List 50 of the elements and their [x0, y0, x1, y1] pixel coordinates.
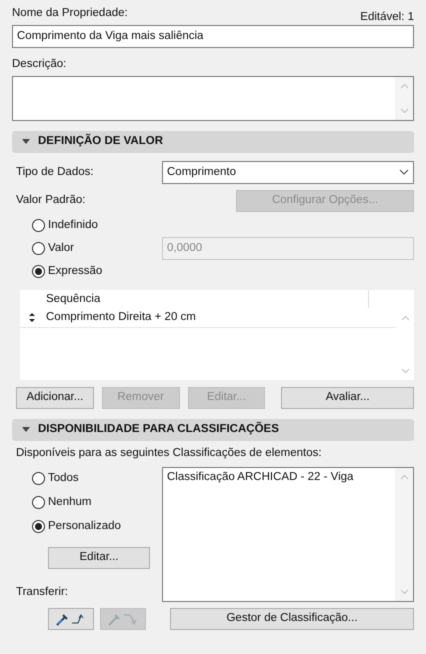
- description-field[interactable]: [12, 76, 414, 121]
- section-title: DEFINIÇÃO DE VALOR: [38, 134, 164, 150]
- table-cell[interactable]: Comprimento Direita + 20 cm: [44, 310, 196, 326]
- field-label: Descrição:: [12, 57, 68, 72]
- field-label: Tipo de Dados:: [16, 164, 95, 180]
- description-text: Disponíveis para as seguintes Classificações de elementos:: [16, 446, 323, 461]
- chevron-down-icon: [399, 169, 409, 176]
- action-button[interactable]: Avaliar...: [281, 386, 414, 409]
- radio-button[interactable]: [32, 520, 45, 534]
- scroll-up-icon: [400, 82, 408, 89]
- radio-option[interactable]: Expressão: [32, 260, 162, 283]
- radio-button[interactable]: [32, 264, 45, 278]
- eyedropper-button[interactable]: [48, 608, 94, 630]
- list-item[interactable]: Classificação ARCHICAD - 22 - Viga: [167, 470, 391, 485]
- radio-label: Personalizado: [48, 519, 121, 534]
- classification-manager-button[interactable]: Gestor de Classificação...: [170, 608, 414, 630]
- section-header[interactable]: DISPONIBILIDADE PARA CLASSIFICAÇÕES: [12, 418, 414, 441]
- column-header[interactable]: Sequência: [44, 290, 369, 308]
- collapse-triangle-icon: [22, 139, 30, 144]
- sort-handle-icon: [29, 313, 35, 322]
- scroll-down-icon: [400, 108, 408, 114]
- field-label: Valor Padrão:: [16, 193, 86, 208]
- edit-button[interactable]: Editar...: [48, 546, 150, 569]
- radio-button[interactable]: [32, 472, 45, 486]
- field-label: Nome da Propriedade:: [12, 6, 128, 21]
- radio-button[interactable]: [32, 496, 45, 510]
- radio-option[interactable]: Indefinido: [32, 214, 162, 237]
- radio-option[interactable]: Valor: [32, 236, 162, 260]
- section-title: DISPONIBILIDADE PARA CLASSIFICAÇÕES: [38, 422, 279, 438]
- field-label: Transferir:: [16, 584, 69, 600]
- radio-option[interactable]: Todos: [32, 466, 162, 491]
- data-type-dropdown[interactable]: Comprimento: [162, 160, 414, 184]
- section-header[interactable]: DEFINIÇÃO DE VALOR: [12, 130, 414, 153]
- radio-option[interactable]: Personalizado: [32, 514, 162, 539]
- scroll-up-icon: [400, 314, 410, 321]
- radio-button[interactable]: [32, 218, 45, 232]
- name-field[interactable]: Comprimento da Viga mais saliência: [12, 25, 414, 48]
- radio-button[interactable]: [32, 242, 45, 255]
- radio-label: Expressão: [48, 264, 102, 279]
- radio-label: Nenhum: [48, 495, 92, 510]
- action-button[interactable]: Adicionar...: [16, 386, 94, 409]
- radio-label: Valor: [48, 240, 74, 256]
- scroll-up-icon: [400, 474, 408, 480]
- scroll-down-icon: [400, 588, 408, 595]
- radio-option[interactable]: Nenhum: [32, 490, 162, 515]
- collapse-triangle-icon: [22, 427, 30, 432]
- radio-label: Todos: [48, 471, 79, 486]
- editable-count: Editável: 1: [360, 10, 414, 25]
- scroll-down-icon: [400, 368, 410, 374]
- radio-label: Indefinido: [48, 218, 98, 233]
